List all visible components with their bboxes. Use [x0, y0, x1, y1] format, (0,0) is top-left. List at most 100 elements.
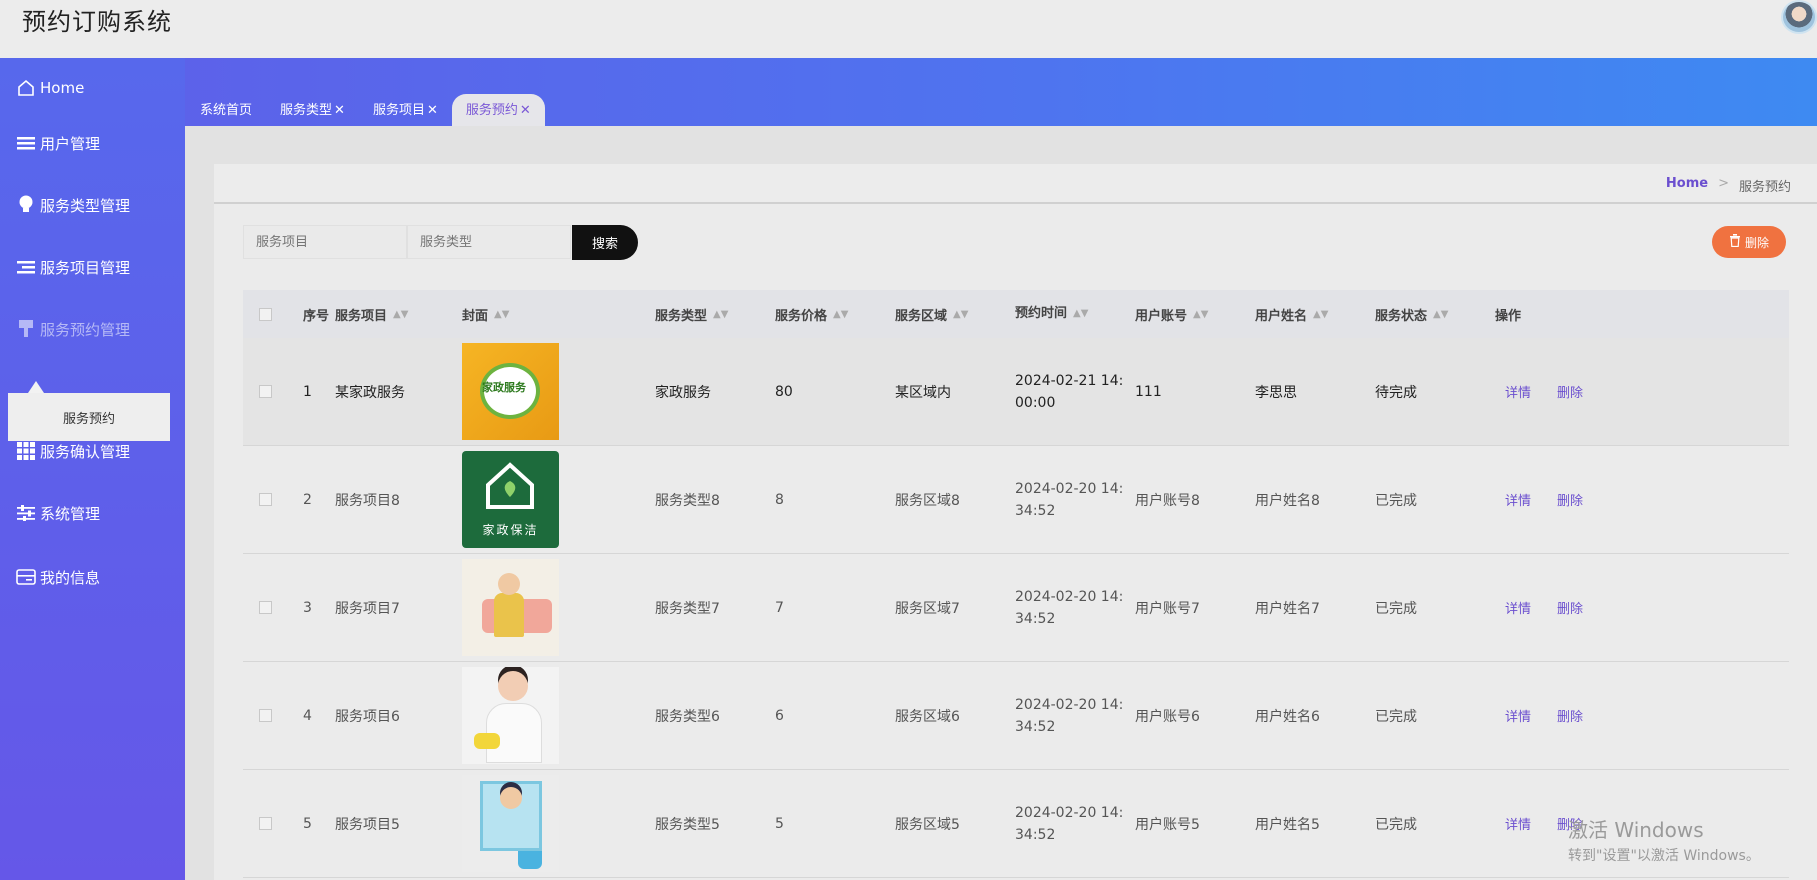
- service-item-search-input[interactable]: [243, 225, 407, 259]
- sort-icon[interactable]: ▲▼: [953, 309, 968, 320]
- sidebar-item-users[interactable]: 用户管理: [0, 123, 185, 163]
- header-label: 封面: [462, 308, 489, 324]
- delete-link[interactable]: 删除: [1557, 382, 1583, 401]
- sidebar: Home 用户管理 服务类型管理 服务项目管理 服务预约管理 服务确认管理 系统…: [0, 58, 185, 880]
- breadcrumb-separator: >: [1718, 176, 1729, 191]
- detail-link[interactable]: 详情: [1505, 814, 1531, 833]
- card-icon: [16, 567, 36, 587]
- table-row[interactable]: 5 服务项目5 服务类型5 5 服务区域5 2024-02-20 14: 34:5…: [243, 770, 1789, 878]
- sidebar-item-system[interactable]: 系统管理: [0, 493, 185, 533]
- row-item: 服务项目7: [335, 600, 400, 617]
- row-item: 某家政服务: [335, 384, 405, 401]
- row-checkbox[interactable]: [258, 493, 272, 506]
- tab-service-booking[interactable]: 服务预约 ✕: [451, 94, 545, 126]
- row-area: 服务区域7: [895, 600, 960, 617]
- header-time[interactable]: 预约时间 ▲▼: [1015, 303, 1135, 325]
- delete-link[interactable]: 删除: [1557, 490, 1583, 509]
- header-label: 用户账号: [1135, 308, 1188, 324]
- user-avatar[interactable]: [1781, 0, 1817, 34]
- header-label: 服务价格: [775, 308, 828, 324]
- header-type[interactable]: 服务类型 ▲▼: [655, 305, 775, 324]
- cover-text: 家政服务: [482, 381, 526, 394]
- search-button[interactable]: 搜索: [572, 225, 638, 260]
- detail-link[interactable]: 详情: [1505, 382, 1531, 401]
- header-label: 服务区域: [895, 308, 948, 324]
- row-item: 服务项目8: [335, 492, 400, 509]
- breadcrumb-home[interactable]: Home: [1666, 176, 1708, 195]
- header-status[interactable]: 服务状态 ▲▼: [1375, 305, 1495, 324]
- row-checkbox[interactable]: [258, 709, 272, 722]
- sidebar-item-service-booking[interactable]: 服务预约管理: [0, 309, 185, 349]
- sidebar-item-label: Home: [40, 79, 85, 97]
- bulk-delete-button[interactable]: 删除: [1712, 226, 1786, 258]
- row-type: 服务类型5: [655, 816, 720, 833]
- sort-icon[interactable]: ▲▼: [393, 309, 408, 320]
- close-icon[interactable]: ✕: [334, 103, 345, 118]
- row-checkbox[interactable]: [258, 385, 272, 398]
- detail-link[interactable]: 详情: [1505, 490, 1531, 509]
- sort-icon[interactable]: ▲▼: [713, 309, 728, 320]
- header-price[interactable]: 服务价格 ▲▼: [775, 305, 895, 324]
- row-checkbox[interactable]: [258, 601, 272, 614]
- bulk-delete-label: 删除: [1744, 235, 1769, 250]
- time-line: 34:52: [1015, 502, 1056, 519]
- row-index: 3: [303, 599, 312, 616]
- row-status: 已完成: [1375, 816, 1417, 833]
- time-line: 2024-02-20 14:: [1015, 696, 1124, 713]
- row-type: 家政服务: [655, 384, 711, 401]
- row-name: 李思思: [1255, 384, 1297, 401]
- sort-icon[interactable]: ▲▼: [833, 309, 848, 320]
- header-cover[interactable]: 封面 ▲▼: [462, 305, 655, 324]
- table-row[interactable]: 1 某家政服务 家政服务 家政服务 80 某区域内 2024-02-21 14:…: [243, 338, 1789, 446]
- sidebar-item-service-items[interactable]: 服务项目管理: [0, 247, 185, 287]
- tab-service-items[interactable]: 服务项目 ✕: [359, 94, 452, 126]
- table-row[interactable]: 2 服务项目8 家政保洁 服务类型8 8 服务区域8 2024-02-20 14…: [243, 446, 1789, 554]
- header-name[interactable]: 用户姓名 ▲▼: [1255, 305, 1375, 324]
- sidebar-item-service-types[interactable]: 服务类型管理: [0, 185, 185, 225]
- tab-home[interactable]: 系统首页: [186, 94, 266, 126]
- sort-icon[interactable]: ▲▼: [1313, 309, 1328, 320]
- sort-icon[interactable]: ▲▼: [1193, 309, 1208, 320]
- select-all-checkbox[interactable]: [258, 307, 272, 321]
- row-price: 80: [775, 383, 793, 400]
- row-index: 2: [303, 491, 312, 508]
- sort-icon[interactable]: ▲▼: [1433, 309, 1448, 320]
- header-ops: 操作: [1495, 308, 1522, 324]
- tab-service-types[interactable]: 服务类型 ✕: [266, 94, 359, 126]
- home-icon: [16, 78, 36, 98]
- time-line: 34:52: [1015, 718, 1056, 735]
- close-icon[interactable]: ✕: [520, 103, 531, 118]
- sort-icon[interactable]: ▲▼: [494, 309, 509, 320]
- sort-icon[interactable]: ▲▼: [1073, 303, 1088, 325]
- close-icon[interactable]: ✕: [427, 103, 438, 118]
- service-type-search-input[interactable]: [407, 225, 571, 259]
- table-row[interactable]: 4 服务项目6 服务类型6 6 服务区域6 2024-02-20 14: 34:5…: [243, 662, 1789, 770]
- row-status: 待完成: [1375, 384, 1417, 401]
- row-type: 服务类型6: [655, 708, 720, 725]
- header-label: 用户姓名: [1255, 308, 1308, 324]
- sliders-icon: [16, 503, 36, 523]
- row-item: 服务项目5: [335, 816, 400, 833]
- sidebar-item-label: 我的信息: [40, 568, 101, 587]
- time-line: 34:52: [1015, 826, 1056, 843]
- detail-link[interactable]: 详情: [1505, 706, 1531, 725]
- delete-link[interactable]: 删除: [1557, 706, 1583, 725]
- table-row[interactable]: 3 服务项目7 服务类型7 7 服务区域7 2024-02-20 14: 34:5…: [243, 554, 1789, 662]
- header-area[interactable]: 服务区域 ▲▼: [895, 305, 1015, 324]
- submenu-item-service-booking[interactable]: 服务预约: [8, 393, 170, 441]
- row-item: 服务项目6: [335, 708, 400, 725]
- row-checkbox[interactable]: [258, 817, 272, 830]
- watermark-subtitle: 转到"设置"以激活 Windows。: [1568, 848, 1760, 864]
- sidebar-item-home[interactable]: Home: [0, 68, 185, 108]
- top-bar: 预约订购系统: [0, 0, 1817, 58]
- row-name: 用户姓名5: [1255, 816, 1320, 833]
- row-time: 2024-02-20 14: 34:52: [1015, 694, 1135, 738]
- header-item[interactable]: 服务项目 ▲▼: [335, 305, 462, 324]
- delete-link[interactable]: 删除: [1557, 598, 1583, 617]
- detail-link[interactable]: 详情: [1505, 598, 1531, 617]
- row-time: 2024-02-20 14: 34:52: [1015, 586, 1135, 630]
- sidebar-item-my-info[interactable]: 我的信息: [0, 557, 185, 597]
- header-account[interactable]: 用户账号 ▲▼: [1135, 305, 1255, 324]
- sidebar-item-label: 服务预约管理: [40, 320, 131, 339]
- time-line: 00:00: [1015, 394, 1056, 411]
